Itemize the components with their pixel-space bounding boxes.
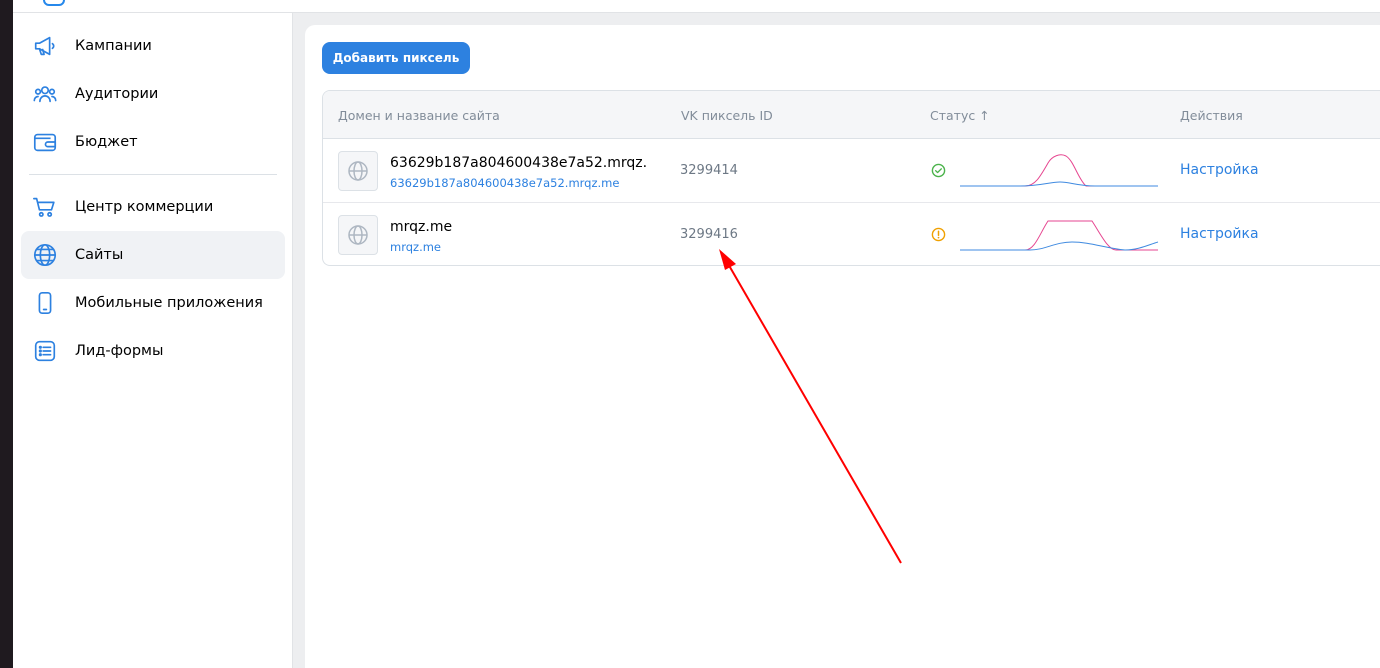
activity-sparkline bbox=[960, 220, 1159, 251]
users-icon bbox=[31, 80, 59, 108]
site-domain-link[interactable]: 63629b187a804600438e7a52.mrqz.me bbox=[390, 176, 619, 190]
cart-icon bbox=[31, 193, 59, 221]
sidebar-item-label: Бюджет bbox=[75, 134, 138, 150]
sidebar-item-commerce-center[interactable]: Центр коммерции bbox=[21, 183, 285, 231]
column-header-status[interactable]: Статус ↑ bbox=[930, 108, 990, 123]
app-logo-icon[interactable] bbox=[43, 0, 65, 6]
sidebar-item-label: Кампании bbox=[75, 38, 152, 54]
status-warning-icon bbox=[931, 227, 946, 242]
sidebar-item-label: Лид-формы bbox=[75, 343, 164, 359]
megaphone-icon bbox=[31, 32, 59, 60]
activity-sparkline bbox=[960, 154, 1158, 187]
sidebar-item-mobile-apps[interactable]: Мобильные приложения bbox=[21, 279, 285, 327]
sidebar-item-audiences[interactable]: Аудитории bbox=[21, 70, 285, 118]
sidebar-item-sites[interactable]: Сайты bbox=[21, 231, 285, 279]
pixels-table: Домен и название сайта VK пиксель ID Ста… bbox=[322, 90, 1380, 266]
settings-link[interactable]: Настройка bbox=[1180, 226, 1259, 242]
wallet-icon bbox=[31, 128, 59, 156]
site-globe-icon bbox=[338, 151, 378, 191]
column-header-pixel-id: VK пиксель ID bbox=[681, 108, 773, 123]
sidebar-item-lead-forms[interactable]: Лид-формы bbox=[21, 327, 285, 375]
top-bar bbox=[13, 0, 1380, 13]
column-header-domain: Домен и название сайта bbox=[338, 108, 500, 123]
sidebar: Кампании Аудитории Бюджет Центр коммерци… bbox=[13, 13, 293, 668]
pixel-id: 3299414 bbox=[680, 163, 738, 178]
list-icon bbox=[31, 337, 59, 365]
sidebar-item-label: Аудитории bbox=[75, 86, 159, 102]
site-globe-icon bbox=[338, 215, 378, 255]
table-row: mrqz.me mrqz.me 3299416 Настройка bbox=[323, 203, 1380, 265]
left-window-edge bbox=[0, 0, 13, 668]
status-ok-icon bbox=[931, 163, 946, 178]
main-content: Добавить пиксель Домен и название сайта … bbox=[305, 25, 1380, 668]
sidebar-item-budget[interactable]: Бюджет bbox=[21, 118, 285, 166]
sidebar-item-campaigns[interactable]: Кампании bbox=[21, 22, 285, 70]
sidebar-item-label: Мобильные приложения bbox=[75, 295, 263, 311]
phone-icon bbox=[31, 289, 59, 317]
sidebar-item-label: Центр коммерции bbox=[75, 199, 214, 215]
column-header-actions: Действия bbox=[1180, 108, 1243, 123]
add-pixel-button[interactable]: Добавить пиксель bbox=[322, 42, 470, 74]
table-header: Домен и название сайта VK пиксель ID Ста… bbox=[323, 91, 1380, 139]
site-domain-link[interactable]: mrqz.me bbox=[390, 240, 441, 254]
globe-icon bbox=[31, 241, 59, 269]
pixel-id: 3299416 bbox=[680, 227, 738, 242]
sidebar-item-label: Сайты bbox=[75, 247, 124, 263]
site-name: mrqz.me bbox=[390, 219, 453, 235]
table-row: 63629b187a804600438e7a52.mrqz. 63629b187… bbox=[323, 139, 1380, 203]
site-name: 63629b187a804600438e7a52.mrqz. bbox=[390, 155, 648, 171]
settings-link[interactable]: Настройка bbox=[1180, 162, 1259, 178]
sidebar-divider bbox=[29, 174, 277, 175]
